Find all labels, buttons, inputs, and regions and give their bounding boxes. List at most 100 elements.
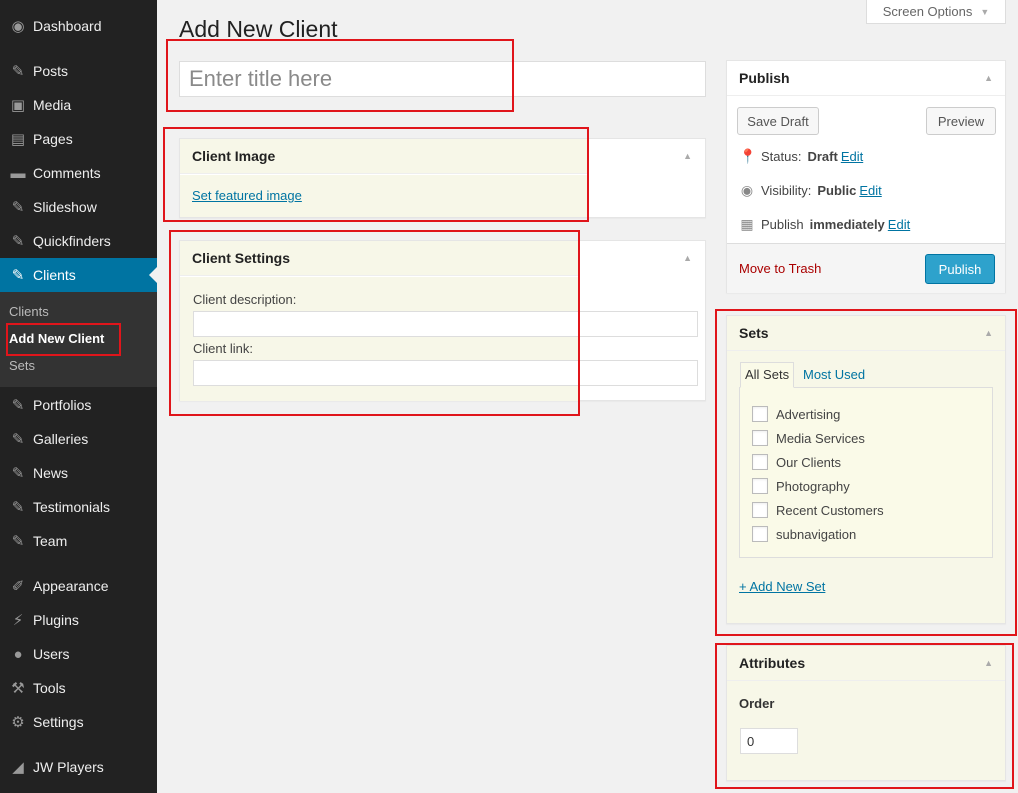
menu-item-news[interactable]: ✎ News <box>0 456 157 490</box>
menu-item-jw-players[interactable]: ◢ JW Players <box>0 750 157 784</box>
menu-label: Plugins <box>33 612 79 628</box>
collapse-toggle-icon[interactable]: ▲ <box>683 253 692 263</box>
checkbox[interactable] <box>752 430 768 446</box>
menu-label: Testimonials <box>33 499 111 515</box>
clients-submenu: Clients Add New Client Sets <box>0 292 157 387</box>
wrench-icon: ⚒ <box>11 680 25 697</box>
menu-label: Galleries <box>33 431 89 447</box>
collapse-toggle-icon[interactable]: ▲ <box>984 328 993 338</box>
edit-schedule-link[interactable]: Edit <box>888 217 910 232</box>
menu-item-pages[interactable]: ▤ Pages <box>0 122 157 156</box>
box-header: Client Settings <box>180 241 578 276</box>
menu-label: Posts <box>33 63 69 79</box>
save-draft-button[interactable]: Save Draft <box>737 107 819 135</box>
tab-all-sets[interactable]: All Sets <box>740 362 795 388</box>
edit-status-link[interactable]: Edit <box>841 149 863 164</box>
pin-icon: ✎ <box>11 397 25 414</box>
visibility-row: ◉ Visibility: Public Edit <box>739 182 882 199</box>
major-publishing-actions: Move to Trash Publish <box>727 243 1005 293</box>
client-description-label: Client description: <box>193 292 297 307</box>
menu-label: Portfolios <box>33 397 92 413</box>
menu-label: Quickfinders <box>33 233 111 249</box>
menu-item-users[interactable]: ● Users <box>0 637 157 671</box>
menu-item-team[interactable]: ✎ Team <box>0 524 157 558</box>
menu-item-quickfinders[interactable]: ✎ Quickfinders <box>0 224 157 258</box>
menu-item-posts[interactable]: ✎ Posts <box>0 54 157 88</box>
menu-label: JW Players <box>33 759 104 775</box>
client-link-label: Client link: <box>193 341 253 356</box>
screen-options-label: Screen Options <box>882 4 973 19</box>
box-header: Attributes ▲ <box>727 646 1005 681</box>
client-link-input[interactable] <box>193 360 698 386</box>
player-icon: ◢ <box>12 759 24 776</box>
menu-label: Settings <box>33 714 84 730</box>
submenu-clients[interactable]: Clients <box>9 304 49 319</box>
client-description-input[interactable] <box>193 311 698 337</box>
checkbox[interactable] <box>752 406 768 422</box>
set-label: Advertising <box>776 406 841 422</box>
order-input[interactable]: 0 <box>740 728 798 754</box>
status-label: Status: <box>761 149 802 164</box>
eye-icon: ◉ <box>740 182 754 198</box>
pin-icon: ✎ <box>11 533 25 550</box>
submenu-add-new-client[interactable]: Add New Client <box>9 331 104 346</box>
collapse-toggle-icon[interactable]: ▲ <box>984 658 993 668</box>
set-item[interactable]: Our Clients <box>752 454 841 470</box>
pin-icon: ✎ <box>11 267 25 284</box>
set-item[interactable]: subnavigation <box>752 526 856 542</box>
menu-item-dashboard[interactable]: ◉ Dashboard <box>0 9 157 43</box>
set-label: Media Services <box>776 430 865 446</box>
menu-item-testimonials[interactable]: ✎ Testimonials <box>0 490 157 524</box>
set-item[interactable]: Recent Customers <box>752 502 884 518</box>
menu-item-galleries[interactable]: ✎ Galleries <box>0 422 157 456</box>
set-featured-image-link[interactable]: Set featured image <box>192 188 302 203</box>
checkbox[interactable] <box>752 502 768 518</box>
menu-item-settings[interactable]: ⚙ Settings <box>0 705 157 739</box>
admin-sidebar: ◉ Dashboard ✎ Posts ▣ Media ▤ Pages ▬ Comment… <box>0 0 157 793</box>
tab-most-used[interactable]: Most Used <box>803 367 865 382</box>
comment-icon: ▬ <box>10 164 26 182</box>
submenu-sets[interactable]: Sets <box>9 358 35 373</box>
user-icon: ● <box>13 645 23 663</box>
checkbox[interactable] <box>752 478 768 494</box>
title-input[interactable] <box>179 61 706 97</box>
box-header: Publish ▲ <box>727 61 1005 96</box>
preview-button[interactable]: Preview <box>926 107 996 135</box>
move-to-trash-link[interactable]: Move to Trash <box>739 261 821 276</box>
set-item[interactable]: Media Services <box>752 430 865 446</box>
checkbox[interactable] <box>752 526 768 542</box>
set-item[interactable]: Photography <box>752 478 850 494</box>
menu-item-portfolios[interactable]: ✎ Portfolios <box>0 388 157 422</box>
screen-options-button[interactable]: Screen Options ▼ <box>866 0 1006 24</box>
menu-item-clients[interactable]: ✎ Clients <box>0 258 157 292</box>
collapse-toggle-icon[interactable]: ▲ <box>984 73 993 83</box>
publish-value: immediately <box>809 217 885 232</box>
schedule-row: ▦ Publish immediately Edit <box>739 216 910 233</box>
menu-item-slideshow[interactable]: ✎ Slideshow <box>0 190 157 224</box>
page-title: Add New Client <box>179 16 338 42</box>
attributes-box: Attributes ▲ Order 0 <box>726 645 1006 781</box>
menu-item-comments[interactable]: ▬ Comments <box>0 156 157 190</box>
menu-item-media[interactable]: ▣ Media <box>0 88 157 122</box>
edit-visibility-link[interactable]: Edit <box>859 183 881 198</box>
menu-label: Appearance <box>33 578 109 594</box>
settings-icon: ⚙ <box>11 714 25 731</box>
status-value: Draft <box>807 149 838 164</box>
add-new-set-link[interactable]: + Add New Set <box>739 579 825 594</box>
box-title: Attributes <box>739 655 806 671</box>
menu-label: Team <box>33 533 68 549</box>
menu-label: Comments <box>33 165 101 181</box>
checkbox[interactable] <box>752 454 768 470</box>
collapse-toggle-icon[interactable]: ▲ <box>683 151 692 161</box>
caret-down-icon: ▼ <box>980 6 990 17</box>
menu-item-plugins[interactable]: ⚡ Plugins <box>0 603 157 637</box>
visibility-value: Public <box>817 183 857 198</box>
box-title: Sets <box>739 325 769 341</box>
menu-item-appearance[interactable]: ✐ Appearance <box>0 569 157 603</box>
status-row: 📍 Status: Draft Edit <box>739 148 863 165</box>
set-label: subnavigation <box>776 526 857 542</box>
menu-item-tools[interactable]: ⚒ Tools <box>0 671 157 705</box>
set-item[interactable]: Advertising <box>752 406 840 422</box>
brush-icon: ✐ <box>11 578 25 595</box>
publish-button[interactable]: Publish <box>925 254 995 284</box>
